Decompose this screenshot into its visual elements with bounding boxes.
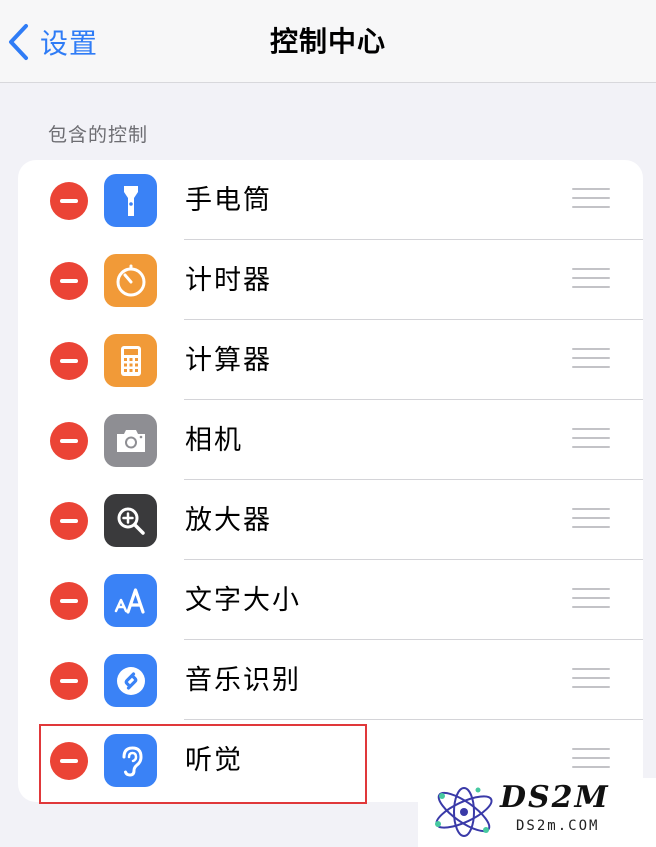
remove-button[interactable] (50, 662, 88, 700)
item-label: 放大器 (185, 505, 272, 536)
timer-icon (104, 254, 157, 307)
reorder-handle-icon[interactable] (572, 188, 610, 210)
item-label: 计算器 (185, 345, 272, 376)
list-item-music-recognition: 音乐识别 (18, 640, 643, 720)
flashlight-icon (104, 174, 157, 227)
highlight-box (39, 724, 367, 804)
reorder-handle-icon[interactable] (572, 268, 610, 290)
reorder-handle-icon[interactable] (572, 508, 610, 530)
magnifier-icon (104, 494, 157, 547)
text-size-icon (104, 574, 157, 627)
watermark: DS2M DS2m.COM (418, 778, 656, 847)
item-label: 手电筒 (185, 185, 272, 216)
remove-button[interactable] (50, 502, 88, 540)
atom-logo-icon (435, 787, 493, 837)
item-label: 音乐识别 (185, 665, 301, 696)
navigation-bar: 设置 控制中心 (0, 0, 656, 83)
list-item-timer: 计时器 (18, 240, 643, 320)
remove-button[interactable] (50, 262, 88, 300)
item-label: 相机 (185, 425, 243, 456)
reorder-handle-icon[interactable] (572, 348, 610, 370)
reorder-handle-icon[interactable] (572, 588, 610, 610)
list-item-camera: 相机 (18, 400, 643, 480)
remove-button[interactable] (50, 582, 88, 620)
list-item-flashlight: 手电筒 (18, 160, 643, 240)
item-label: 文字大小 (185, 585, 301, 616)
reorder-handle-icon[interactable] (572, 668, 610, 690)
list-item-calculator: 计算器 (18, 320, 643, 400)
watermark-url: DS2m.COM (516, 818, 600, 834)
remove-button[interactable] (50, 182, 88, 220)
included-controls-list: 手电筒 计时器 计算器 相机 放大器 文字大小 音乐识别 听觉 (18, 160, 643, 802)
watermark-brand: DS2M (500, 780, 610, 815)
list-item-magnifier: 放大器 (18, 480, 643, 560)
item-label: 计时器 (185, 265, 272, 296)
shazam-icon (104, 654, 157, 707)
list-item-text-size: 文字大小 (18, 560, 643, 640)
camera-icon (104, 414, 157, 467)
page-title: 控制中心 (269, 25, 386, 58)
reorder-handle-icon[interactable] (572, 748, 610, 770)
remove-button[interactable] (50, 342, 88, 380)
reorder-handle-icon[interactable] (572, 428, 610, 450)
calculator-icon (104, 334, 157, 387)
section-header: 包含的控制 (48, 124, 149, 146)
remove-button[interactable] (50, 422, 88, 460)
